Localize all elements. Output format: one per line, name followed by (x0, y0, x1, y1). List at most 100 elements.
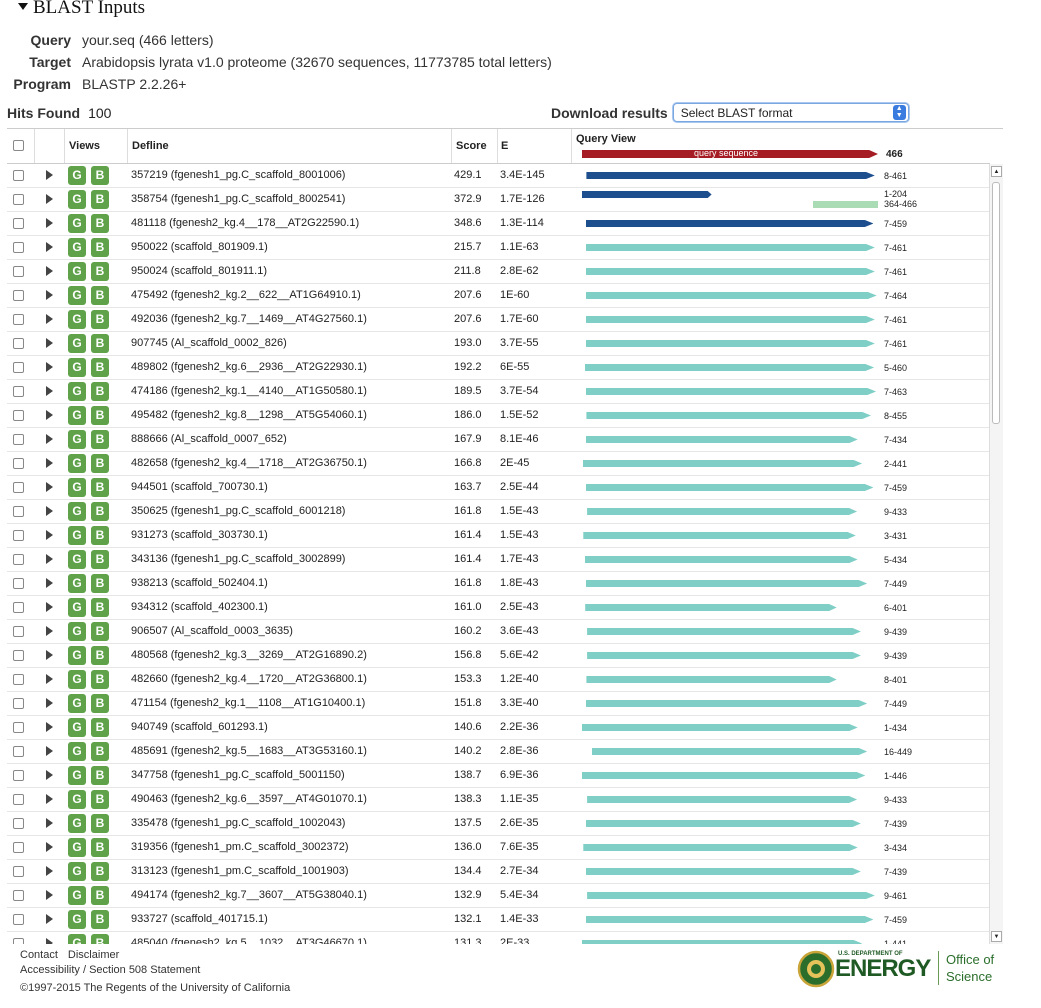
view-b-button[interactable]: B (91, 454, 109, 473)
view-g-button[interactable]: G (68, 694, 86, 713)
alignment-bar[interactable] (585, 292, 877, 299)
alignment-bar[interactable] (582, 724, 858, 731)
row-defline[interactable]: 934312 (scaffold_402300.1) (131, 601, 268, 613)
col-views[interactable]: Views (69, 140, 100, 152)
table-row[interactable]: G B 482660 (fgenesh2_kg.4__1720__AT2G36800… (7, 668, 990, 692)
view-g-button[interactable]: G (68, 622, 86, 641)
view-b-button[interactable]: B (91, 190, 109, 209)
view-g-button[interactable]: G (68, 910, 86, 929)
view-b-button[interactable]: B (91, 166, 109, 185)
row-defline[interactable]: 950024 (scaffold_801911.1) (131, 265, 267, 277)
table-row[interactable]: G B 357219 (fgenesh1_pg.C_scaffold_8001006… (7, 164, 990, 188)
alignment-bar[interactable] (582, 191, 712, 198)
row-checkbox[interactable] (13, 218, 24, 229)
alignment-bar[interactable] (585, 340, 875, 347)
row-checkbox[interactable] (13, 434, 24, 445)
row-checkbox[interactable] (13, 338, 24, 349)
view-g-button[interactable]: G (68, 310, 86, 329)
view-g-button[interactable]: G (68, 670, 86, 689)
row-checkbox[interactable] (13, 458, 24, 469)
row-checkbox[interactable] (13, 482, 24, 493)
view-b-button[interactable]: B (91, 382, 109, 401)
view-b-button[interactable]: B (91, 262, 109, 281)
row-checkbox[interactable] (13, 242, 24, 253)
expand-row-icon[interactable] (46, 314, 53, 324)
row-defline[interactable]: 485040 (fgenesh2_kg.5__1032__AT3G46670.1… (131, 937, 367, 944)
view-b-button[interactable]: B (91, 646, 109, 665)
table-row[interactable]: G B 888666 (Al_scaffold_0007_652) 167.9 8.1E… (7, 428, 990, 452)
row-defline[interactable]: 940749 (scaffold_601293.1) (131, 721, 268, 733)
row-checkbox[interactable] (13, 266, 24, 277)
table-row[interactable]: G B 492036 (fgenesh2_kg.7__1469__AT4G27560… (7, 308, 990, 332)
row-defline[interactable]: 482660 (fgenesh2_kg.4__1720__AT2G36800.1… (131, 673, 367, 685)
view-b-button[interactable]: B (91, 574, 109, 593)
table-row[interactable]: G B 944501 (scaffold_700730.1) 163.7 2.5E-44… (7, 476, 990, 500)
alignment-bar[interactable] (583, 844, 858, 851)
expand-row-icon[interactable] (46, 650, 53, 660)
alignment-bar[interactable] (585, 820, 861, 827)
table-row[interactable]: G B 347758 (fgenesh1_pg.C_scaffold_5001150… (7, 764, 990, 788)
row-defline[interactable]: 495482 (fgenesh2_kg.8__1298__AT5G54060.1… (131, 409, 367, 421)
table-row[interactable]: G B 358754 (fgenesh1_pg.C_scaffold_8002541… (7, 188, 990, 212)
view-g-button[interactable]: G (68, 718, 86, 737)
row-checkbox[interactable] (13, 722, 24, 733)
row-checkbox[interactable] (13, 314, 24, 325)
row-defline[interactable]: 481118 (fgenesh2_kg.4__178__AT2G22590.1) (131, 217, 359, 229)
view-b-button[interactable]: B (91, 670, 109, 689)
row-checkbox[interactable] (13, 674, 24, 685)
expand-row-icon[interactable] (46, 746, 53, 756)
alignment-bar[interactable] (587, 652, 861, 659)
expand-row-icon[interactable] (46, 842, 53, 852)
expand-row-icon[interactable] (46, 698, 53, 708)
row-defline[interactable]: 358754 (fgenesh1_pg.C_scaffold_8002541) (131, 193, 345, 205)
scroll-up-icon[interactable]: ▲ (991, 166, 1002, 177)
alignment-bar[interactable] (585, 268, 875, 275)
row-checkbox[interactable] (13, 194, 24, 205)
row-defline[interactable]: 475492 (fgenesh2_kg.2__622__AT1G64910.1) (131, 289, 361, 301)
row-checkbox[interactable] (13, 578, 24, 589)
view-g-button[interactable]: G (68, 334, 86, 353)
row-defline[interactable]: 313123 (fgenesh1_pm.C_scaffold_1001903) (131, 865, 349, 877)
table-row[interactable]: G B 906507 (Al_scaffold_0003_3635) 160.2 3.6… (7, 620, 990, 644)
table-row[interactable]: G B 934312 (scaffold_402300.1) 161.0 2.5E-43… (7, 596, 990, 620)
alignment-bar[interactable] (585, 244, 875, 251)
row-checkbox[interactable] (13, 530, 24, 541)
row-defline[interactable]: 319356 (fgenesh1_pm.C_scaffold_3002372) (131, 841, 349, 853)
table-row[interactable]: G B 485040 (fgenesh2_kg.5__1032__AT3G46670… (7, 932, 990, 944)
expand-row-icon[interactable] (46, 818, 53, 828)
expand-row-icon[interactable] (46, 170, 53, 180)
expand-row-icon[interactable] (46, 338, 53, 348)
alignment-bar[interactable] (582, 772, 866, 779)
view-b-button[interactable]: B (91, 622, 109, 641)
blast-inputs-header[interactable]: BLAST Inputs (18, 0, 145, 19)
view-b-button[interactable]: B (91, 838, 109, 857)
view-b-button[interactable]: B (91, 886, 109, 905)
view-g-button[interactable]: G (68, 286, 86, 305)
view-g-button[interactable]: G (68, 862, 86, 881)
table-row[interactable]: G B 475492 (fgenesh2_kg.2__622__AT1G64910.… (7, 284, 990, 308)
alignment-bar[interactable] (583, 532, 856, 539)
expand-row-icon[interactable] (46, 794, 53, 804)
view-g-button[interactable]: G (68, 502, 86, 521)
row-checkbox[interactable] (13, 938, 24, 944)
expand-row-icon[interactable] (46, 674, 53, 684)
expand-row-icon[interactable] (46, 914, 53, 924)
row-defline[interactable]: 888666 (Al_scaffold_0007_652) (131, 433, 287, 445)
table-row[interactable]: G B 938213 (scaffold_502404.1) 161.8 1.8E-43… (7, 572, 990, 596)
view-g-button[interactable]: G (68, 886, 86, 905)
view-b-button[interactable]: B (91, 406, 109, 425)
row-checkbox[interactable] (13, 602, 24, 613)
accessibility-link[interactable]: Accessibility / Section 508 Statement (20, 964, 200, 976)
alignment-bar[interactable] (582, 940, 863, 944)
view-g-button[interactable]: G (68, 238, 86, 257)
row-defline[interactable]: 350625 (fgenesh1_pg.C_scaffold_6001218) (131, 505, 345, 517)
col-score[interactable]: Score (456, 140, 487, 152)
expand-row-icon[interactable] (46, 722, 53, 732)
alignment-bar[interactable] (585, 316, 875, 323)
table-row[interactable]: G B 940749 (scaffold_601293.1) 140.6 2.2E-36… (7, 716, 990, 740)
row-defline[interactable]: 485691 (fgenesh2_kg.5__1683__AT3G53160.1… (131, 745, 367, 757)
row-checkbox[interactable] (13, 554, 24, 565)
row-defline[interactable]: 471154 (fgenesh2_kg.1__1108__AT1G10400.1… (131, 697, 365, 709)
view-g-button[interactable]: G (68, 814, 86, 833)
row-checkbox[interactable] (13, 626, 24, 637)
